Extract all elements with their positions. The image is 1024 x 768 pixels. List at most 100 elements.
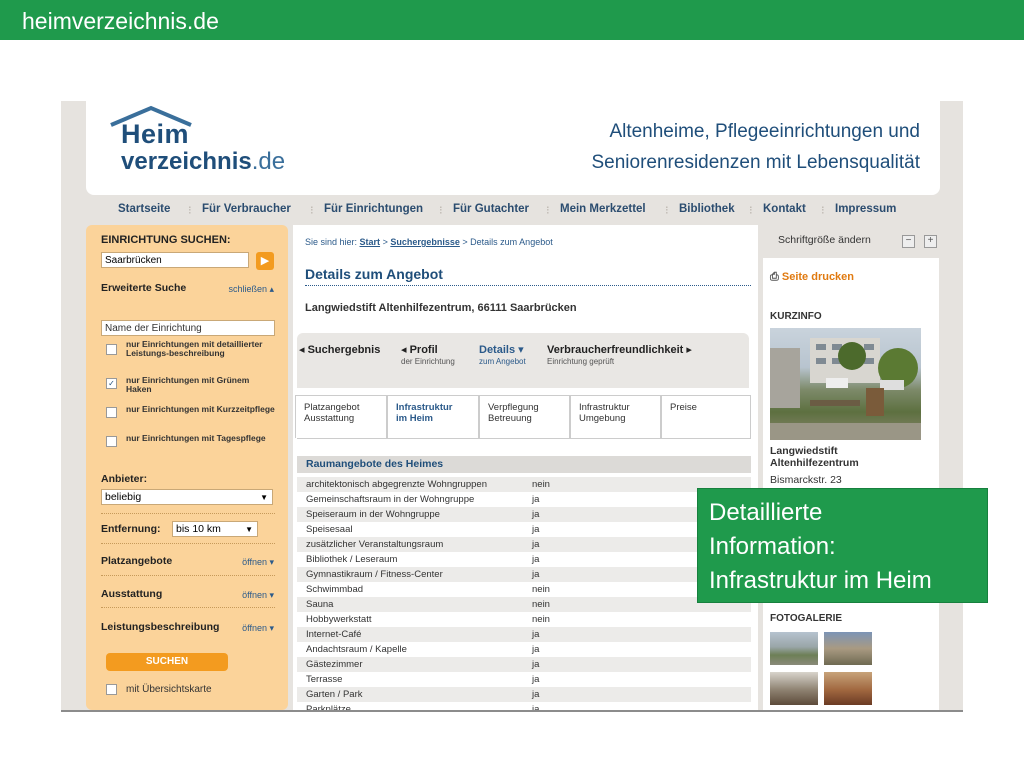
table-row: zusätzlicher Veranstaltungsraum ja xyxy=(297,537,751,552)
search-go-button[interactable]: ▶ xyxy=(256,252,274,270)
checkmark-icon: ✓ xyxy=(108,379,115,388)
main-nav: Startseite ⁝ Für Verbraucher ⁝ Für Einri… xyxy=(118,203,897,217)
logo-heim[interactable]: Heim xyxy=(121,119,189,150)
toggle-leistungsbeschreibung[interactable]: öffnen ▾ xyxy=(242,623,274,634)
nav-einrichtungen[interactable]: Für Einrichtungen xyxy=(324,203,423,215)
building-photo-icon xyxy=(770,338,921,440)
table-row: Internet-Café ja xyxy=(297,627,751,642)
location-search-input[interactable]: Saarbrücken xyxy=(101,252,249,268)
checkbox-green-check[interactable]: ✓ xyxy=(106,378,117,389)
breadcrumb-start[interactable]: Start xyxy=(360,237,381,247)
house-name: Langwiedstift Altenhilfezentrum xyxy=(770,445,859,469)
table-row: Gemeinschaftsraum in der Wohngruppe ja xyxy=(306,494,540,505)
checkbox-overview-map[interactable] xyxy=(106,684,117,695)
slogan-line-1: Altenheime, Pflegeeinrichtungen und xyxy=(609,121,920,142)
checkbox-short-term[interactable] xyxy=(106,407,117,418)
callout-line-1: Detaillierte xyxy=(709,499,823,526)
breadcrumb: Sie sind hier: Start > Suchergebnisse > … xyxy=(305,237,553,247)
table-row: architektonisch abgegrenzte Wohngruppen n… xyxy=(297,477,751,492)
facility-name-input[interactable]: Name der Einrichtung xyxy=(101,320,275,336)
checkbox-short-term-label: nur Einrichtungen mit Kurzzeitpflege xyxy=(126,404,275,414)
gallery-thumbnail-2[interactable] xyxy=(824,632,872,665)
search-title: EINRICHTUNG SUCHEN: xyxy=(101,234,231,246)
callout-line-3: Infrastruktur im Heim xyxy=(709,567,932,594)
search-sidebar: EINRICHTUNG SUCHEN: Saarbrücken ▶ Erweit… xyxy=(86,225,288,710)
nav-impressum[interactable]: Impressum xyxy=(835,203,896,215)
provider-select[interactable]: beliebig ▼ xyxy=(101,489,273,505)
slide-title-bar: heimverzeichnis.de xyxy=(0,0,1024,40)
gallery-thumbnail-1[interactable] xyxy=(770,632,818,665)
website-screenshot: Heim verzeichnis.de Altenheime, Pflegeei… xyxy=(61,101,963,712)
printer-icon: ⎙ xyxy=(770,271,779,283)
page-title: Details zum Angebot xyxy=(305,266,443,282)
slide-title: heimverzeichnis.de xyxy=(22,8,219,34)
main-content: Sie sind hier: Start > Suchergebnisse > … xyxy=(293,225,758,710)
provider-label: Anbieter: xyxy=(101,473,148,485)
table-row: Sauna nein xyxy=(297,597,751,612)
dropdown-arrow-icon: ▼ xyxy=(245,525,253,534)
step-suchergebnis[interactable]: ◂ Suchergebnis xyxy=(299,343,380,356)
distance-label: Entfernung: xyxy=(101,523,161,535)
toggle-platzangebote[interactable]: öffnen ▾ xyxy=(242,557,274,568)
tab-platzangebot[interactable]: Platzangebot Ausstattung xyxy=(295,395,387,438)
nav-kontakt[interactable]: Kontakt xyxy=(763,203,806,215)
nav-verbraucher[interactable]: Für Verbraucher xyxy=(202,203,291,215)
checkbox-detailed[interactable] xyxy=(106,344,117,355)
dropdown-arrow-icon: ▼ xyxy=(260,493,268,502)
info-panel: ⎙ Seite drucken KURZINFO Langwiedstift Al… xyxy=(763,258,939,710)
checkbox-day-care-label: nur Einrichtungen mit Tagespflege xyxy=(126,433,266,443)
kurzinfo-heading: KURZINFO xyxy=(770,311,822,322)
checkbox-detailed-label: nur Einrichtungen mit detaillierter Leis… xyxy=(126,339,263,358)
advanced-search-toggle[interactable]: schließen ▴ xyxy=(228,284,274,295)
step-details[interactable]: Details ▾ zum Angebot xyxy=(479,343,526,366)
facility-photo[interactable] xyxy=(770,328,921,440)
site-header: Heim verzeichnis.de Altenheime, Pflegeei… xyxy=(86,101,940,195)
amenities-table: architektonisch abgegrenzte Wohngruppen n… xyxy=(297,477,751,710)
print-link[interactable]: ⎙ Seite drucken xyxy=(770,271,854,284)
table-row: Gästezimmer ja xyxy=(297,657,751,672)
slogan-line-2: Seniorenresidenzen mit Lebensqualität xyxy=(591,152,921,173)
detail-step-nav: ◂ Suchergebnis ◂ Profil der Einrichtung D… xyxy=(297,333,749,388)
tab-preise[interactable]: Preise xyxy=(661,395,751,438)
gallery-thumbnail-4[interactable] xyxy=(824,672,872,705)
section-title: Raumangebote des Heimes xyxy=(297,456,751,473)
gallery-heading: FOTOGALERIE xyxy=(770,613,843,624)
nav-bibliothek[interactable]: Bibliothek xyxy=(679,203,735,215)
table-row: Hobbywerkstatt nein xyxy=(306,614,550,625)
section-ausstattung: Ausstattung xyxy=(101,588,163,600)
tab-infrastruktur-heim[interactable]: Infrastruktur im Heim xyxy=(387,395,479,438)
house-address: Bismarckstr. 23 xyxy=(770,474,842,486)
step-verbraucherfreundlichkeit[interactable]: Verbraucherfreundlichkeit ▸ Einrichtung g… xyxy=(547,343,692,366)
tab-verpflegung[interactable]: Verpflegung Betreuung xyxy=(479,395,570,438)
section-leistungsbeschreibung: Leistungsbeschreibung xyxy=(101,621,220,633)
table-row: Speiseraum in der Wohngruppe ja xyxy=(297,507,751,522)
toggle-ausstattung[interactable]: öffnen ▾ xyxy=(242,590,274,601)
font-decrease-button[interactable]: − xyxy=(902,235,915,248)
table-row: Gymnastikraum / Fitness-Center ja xyxy=(297,567,751,582)
tab-infrastruktur-umgebung[interactable]: Infrastruktur Umgebung xyxy=(570,395,661,438)
table-row: Andachtsraum / Kapelle ja xyxy=(306,644,540,655)
font-size-label: Schriftgröße ändern xyxy=(778,234,871,246)
advanced-search-label: Erweiterte Suche xyxy=(101,282,187,294)
step-profil[interactable]: ◂ Profil der Einrichtung xyxy=(401,343,455,366)
distance-select[interactable]: bis 10 km ▼ xyxy=(172,521,258,537)
logo-verzeichnis[interactable]: verzeichnis.de xyxy=(121,148,285,176)
callout-line-2: Information: xyxy=(709,533,836,560)
search-submit-button[interactable]: SUCHEN xyxy=(106,653,228,671)
checkbox-day-care[interactable] xyxy=(106,436,117,447)
detail-tabs: Platzangebot Ausstattung Infrastruktur im … xyxy=(295,395,751,438)
gallery-thumbnail-3[interactable] xyxy=(770,672,818,705)
arrow-right-icon: ▶ xyxy=(260,255,270,267)
breadcrumb-results[interactable]: Suchergebnisse xyxy=(390,237,460,247)
table-row: Terrasse ja xyxy=(306,674,540,685)
checkbox-green-check-label: nur Einrichtungen mit Grünem Haken xyxy=(126,375,250,394)
facility-name: Langwiedstift Altenhilfezentrum, 66111 S… xyxy=(305,302,577,314)
nav-gutachter[interactable]: Für Gutachter xyxy=(453,203,529,215)
nav-merkzettel[interactable]: Mein Merkzettel xyxy=(560,203,646,215)
overview-map-label: mit Übersichtskarte xyxy=(126,684,212,695)
font-increase-button[interactable]: + xyxy=(924,235,937,248)
callout-box: Detaillierte Information: Infrastruktur … xyxy=(697,488,988,603)
section-platzangebote: Platzangebote xyxy=(101,555,173,567)
nav-startseite[interactable]: Startseite xyxy=(118,203,170,215)
info-column: Schriftgröße ändern − + ⎙ Seite drucken … xyxy=(763,225,939,710)
